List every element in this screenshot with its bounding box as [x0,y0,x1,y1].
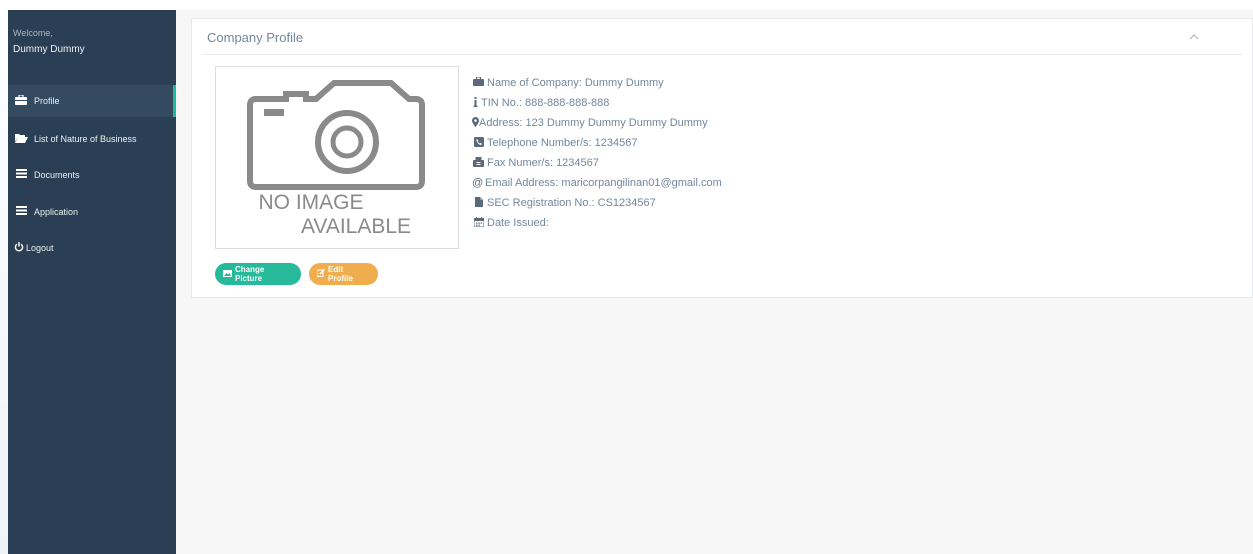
phone-icon [472,136,485,150]
info-text: Telephone Number/s: 1234567 [487,137,638,149]
sidebar-item-label: Logout [26,243,54,253]
bars-icon [14,169,28,181]
camera-placeholder-icon: NO IMAGE AVAILABLE [247,80,425,238]
panel-title: Company Profile [207,30,304,45]
info-text: Date Issued: [487,217,549,229]
sidebar-item-documents[interactable]: Documents [8,159,176,191]
fax-icon [472,156,485,170]
briefcase-icon [472,76,485,89]
sidebar-item-nature-of-business[interactable]: List of Nature of Business [8,123,176,155]
sidebar-item-profile[interactable]: Profile [8,85,176,117]
sidebar-item-label: List of Nature of Business [34,134,137,144]
sidebar-item-label: Profile [34,96,60,106]
username: Dummy Dummy [13,44,85,55]
info-company-name: Name of Company: Dummy Dummy [472,73,722,93]
no-image-line1: NO IMAGE [258,191,363,214]
bars-icon [14,206,28,218]
sidebar-item-label: Documents [34,170,80,180]
briefcase-icon [14,93,28,108]
main-content: Company Profile NO IMAGE AVAILABLE Name … [176,10,1253,554]
picture-icon [223,269,232,279]
info-text: Fax Numer/s: 1234567 [487,157,599,169]
folder-open-icon [14,133,28,146]
panel-divider [202,54,1242,55]
edit-icon [316,269,325,279]
power-icon [14,241,24,255]
no-image-line2: AVAILABLE [301,215,411,238]
info-text: Address: 123 Dummy Dummy Dummy Dummy [479,117,708,129]
button-label: Change Picture [235,265,265,283]
company-info-list: Name of Company: Dummy Dummy TIN No.: 88… [472,73,722,233]
edit-profile-button[interactable]: Edit Profile [309,263,378,285]
sidebar-item-logout[interactable]: Logout [8,232,176,264]
button-label: Edit Profile [328,265,353,283]
welcome-text: Welcome, [13,28,53,38]
chevron-up-icon[interactable] [1187,31,1201,45]
map-marker-icon [472,116,479,130]
sidebar-item-application[interactable]: Application [8,196,176,228]
info-email: @ Email Address: maricorpangilinan01@gma… [472,173,722,193]
page-left-band [0,0,8,554]
info-address: Address: 123 Dummy Dummy Dummy Dummy [472,113,722,133]
info-tin: TIN No.: 888-888-888-888 [472,93,722,113]
company-profile-panel: Company Profile NO IMAGE AVAILABLE Name … [191,18,1253,298]
info-sec-registration: SEC Registration No.: CS1234567 [472,193,722,213]
info-text: SEC Registration No.: CS1234567 [487,197,656,209]
at-icon: @ [472,177,484,189]
info-fax: Fax Numer/s: 1234567 [472,153,722,173]
info-text: Name of Company: Dummy Dummy [487,77,664,89]
sidebar-item-label: Application [34,207,79,217]
sidebar: Welcome, Dummy Dummy Profile List of Nat… [8,10,176,554]
file-icon [472,196,485,210]
page-top-band [0,0,1253,10]
profile-photo: NO IMAGE AVAILABLE [215,66,459,249]
info-icon [472,96,479,110]
info-text: Email Address: maricorpangilinan01@gmail… [485,177,722,189]
info-text: TIN No.: 888-888-888-888 [481,97,610,109]
info-date-issued: Date Issued: [472,213,722,233]
info-telephone: Telephone Number/s: 1234567 [472,133,722,153]
change-picture-button[interactable]: Change Picture [215,263,301,285]
calendar-icon [472,216,485,230]
